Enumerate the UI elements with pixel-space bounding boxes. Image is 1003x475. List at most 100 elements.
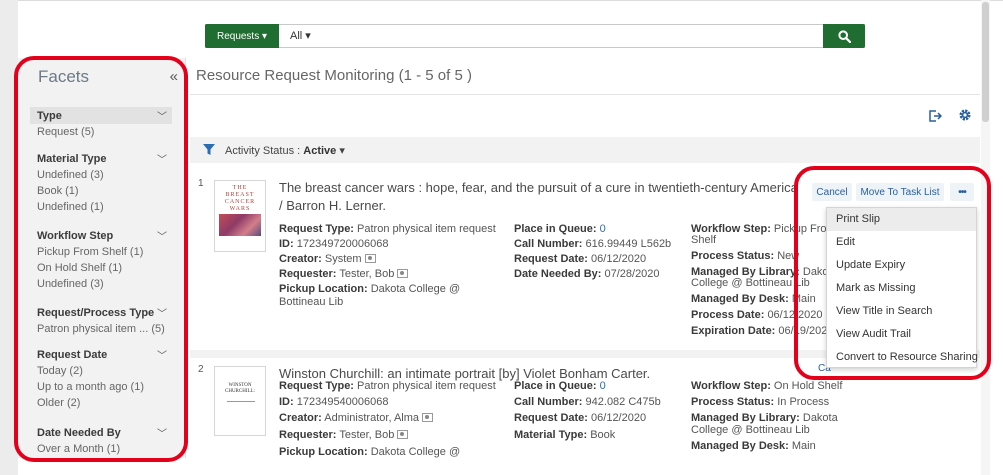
- row-actions: Cancel Move To Task List •••: [812, 183, 977, 203]
- menu-item-view-title-in-search[interactable]: View Title in Search: [827, 300, 976, 323]
- chevron-down-icon: ﹀: [157, 351, 167, 362]
- chevron-down-icon: ﹀: [157, 112, 167, 123]
- facet-item[interactable]: Request (5): [30, 124, 172, 140]
- export-icon[interactable]: [928, 109, 942, 123]
- search-scope-dropdown[interactable]: All ▾: [290, 29, 311, 42]
- cover-text: CHURCHILL:: [225, 389, 255, 394]
- left-gutter: [0, 0, 18, 475]
- user-card-icon[interactable]: [422, 413, 434, 422]
- workflow-step-cont: Shelf: [691, 234, 717, 246]
- search-type-dropdown[interactable]: Requests ▾: [205, 24, 279, 48]
- facets-title: Facets: [38, 67, 90, 86]
- scrollbar-thumb[interactable]: [982, 2, 989, 122]
- chevron-down-icon: ﹀: [157, 155, 167, 166]
- collapse-facets-icon[interactable]: «: [170, 68, 178, 85]
- id-field: ID: 172349720006068: [279, 238, 389, 250]
- search-icon: [837, 29, 851, 43]
- book-cover-thumbnail[interactable]: THE BREAST CANCER WARS: [214, 180, 266, 252]
- cover-text: CANCER: [224, 199, 256, 205]
- process-date-field: Process Date: 06/12/2020: [691, 309, 823, 321]
- cancel-button[interactable]: Cancel: [812, 183, 852, 201]
- facet-label: Date Needed By: [37, 426, 121, 439]
- result-title[interactable]: The breast cancer wars : hope, fear, and…: [279, 179, 799, 215]
- title-divider: [190, 94, 980, 95]
- move-to-task-list-button[interactable]: Move To Task List: [856, 183, 944, 201]
- call-number-field: Call Number: 942.082 C475b: [514, 396, 661, 408]
- facet-label: Type: [37, 109, 62, 122]
- result-number: 2: [198, 364, 204, 375]
- book-cover-thumbnail[interactable]: WINSTON CHURCHILL:: [214, 366, 266, 436]
- menu-item-view-audit-trail[interactable]: View Audit Trail: [827, 323, 976, 346]
- chevron-down-icon: ﹀: [157, 309, 167, 320]
- filter-label: Activity Status :: [225, 145, 301, 157]
- menu-item-edit[interactable]: Edit: [827, 231, 976, 254]
- page-title: Resource Request Monitoring (1 - 5 of 5 …: [196, 67, 472, 84]
- creator-field: Creator: Administrator, Alma: [279, 412, 434, 425]
- request-type-field: Request Type: Patron physical item reque…: [279, 380, 496, 392]
- managed-library-cont: College @ Bottineau Lib: [691, 424, 810, 436]
- filter-icon[interactable]: [203, 144, 215, 156]
- facet-header-type[interactable]: Type ﹀: [30, 107, 172, 124]
- facet-header-request-date[interactable]: Request Date ﹀: [30, 346, 172, 363]
- managed-desk-field: Managed By Desk: Main: [691, 440, 816, 452]
- menu-item-mark-as-missing[interactable]: Mark as Missing: [827, 277, 976, 300]
- more-actions-menu: Print Slip Edit Update Expiry Mark as Mi…: [826, 207, 978, 369]
- facet-header-request-process-type[interactable]: Request/Process Type ﹀: [30, 304, 172, 321]
- cover-text: BREAST: [225, 192, 255, 198]
- search-input[interactable]: [336, 27, 816, 45]
- facets-header: Facets «: [38, 67, 178, 91]
- queue-field: Place in Queue: 0: [514, 380, 606, 392]
- creator-field: Creator: System: [279, 253, 376, 266]
- facet-label: Material Type: [37, 152, 107, 165]
- facet-group-material-type: Material Type ﹀ Undefined (3) Book (1) U…: [30, 150, 172, 215]
- date-needed-field: Date Needed By: 07/28/2020: [514, 268, 660, 280]
- facet-item[interactable]: Undefined (3): [30, 276, 172, 292]
- result-number: 1: [198, 178, 204, 189]
- cover-photo: [219, 214, 261, 236]
- activity-status-filter[interactable]: Activity Status : Active ▾: [225, 144, 345, 157]
- cover-rule: [227, 401, 255, 402]
- request-type-field: Request Type: Patron physical item reque…: [279, 223, 496, 235]
- facet-header-material-type[interactable]: Material Type ﹀: [30, 150, 172, 167]
- expiration-date-field: Expiration Date: 06/19/2020: [691, 325, 834, 337]
- process-status-field: Process Status: New: [691, 250, 800, 262]
- filter-value: Active: [303, 145, 337, 157]
- facet-label: Workflow Step: [37, 229, 114, 242]
- call-number-field: Call Number: 616.99449 L562b: [514, 238, 672, 250]
- gear-icon[interactable]: [958, 108, 972, 122]
- facet-item[interactable]: Patron physical item ... (5): [30, 321, 172, 337]
- pickup-location-cont: Bottineau Lib: [279, 296, 344, 308]
- chevron-down-icon: ﹀: [157, 232, 167, 243]
- user-card-icon[interactable]: [364, 254, 376, 263]
- facet-group-workflow-step: Workflow Step ﹀ Pickup From Shelf (1) On…: [30, 227, 172, 292]
- search-bar: Requests ▾ All ▾: [205, 24, 865, 48]
- menu-item-convert-to-resource-sharing[interactable]: Convert to Resource Sharing: [827, 346, 978, 369]
- more-actions-button[interactable]: •••: [950, 183, 974, 201]
- search-button[interactable]: [823, 24, 865, 48]
- menu-item-update-expiry[interactable]: Update Expiry: [827, 254, 976, 277]
- user-card-icon[interactable]: [397, 430, 409, 439]
- facet-item[interactable]: Over a Month (1): [30, 441, 172, 457]
- facet-item[interactable]: Undefined (3): [30, 167, 172, 183]
- facet-label: Request/Process Type: [37, 306, 155, 319]
- facet-label: Request Date: [37, 348, 108, 361]
- requester-field: Requester: Tester, Bob: [279, 268, 409, 281]
- facet-item[interactable]: Undefined (1): [30, 199, 172, 215]
- facet-item[interactable]: Up to a month ago (1): [30, 379, 172, 395]
- menu-item-print-slip[interactable]: Print Slip: [827, 208, 976, 231]
- workflow-step-field: Workflow Step: On Hold Shelf: [691, 380, 843, 392]
- facet-header-date-needed-by[interactable]: Date Needed By ﹀: [30, 424, 172, 441]
- facet-item[interactable]: Older (2): [30, 395, 172, 411]
- id-field: ID: 172349540006068: [279, 396, 389, 408]
- managed-desk-field: Managed By Desk: Main: [691, 293, 816, 305]
- pickup-location-field: Pickup Location: Dakota College @: [279, 283, 461, 295]
- caret-down-icon: ▾: [339, 145, 345, 157]
- facet-item[interactable]: Pickup From Shelf (1): [30, 244, 172, 260]
- facet-item[interactable]: On Hold Shelf (1): [30, 260, 172, 276]
- user-card-icon[interactable]: [397, 269, 409, 278]
- facet-item[interactable]: Today (2): [30, 363, 172, 379]
- facet-header-workflow-step[interactable]: Workflow Step ﹀: [30, 227, 172, 244]
- pickup-location-field: Pickup Location: Dakota College @: [279, 446, 461, 458]
- facet-item[interactable]: Book (1): [30, 183, 172, 199]
- request-date-field: Request Date: 06/12/2020: [514, 253, 647, 265]
